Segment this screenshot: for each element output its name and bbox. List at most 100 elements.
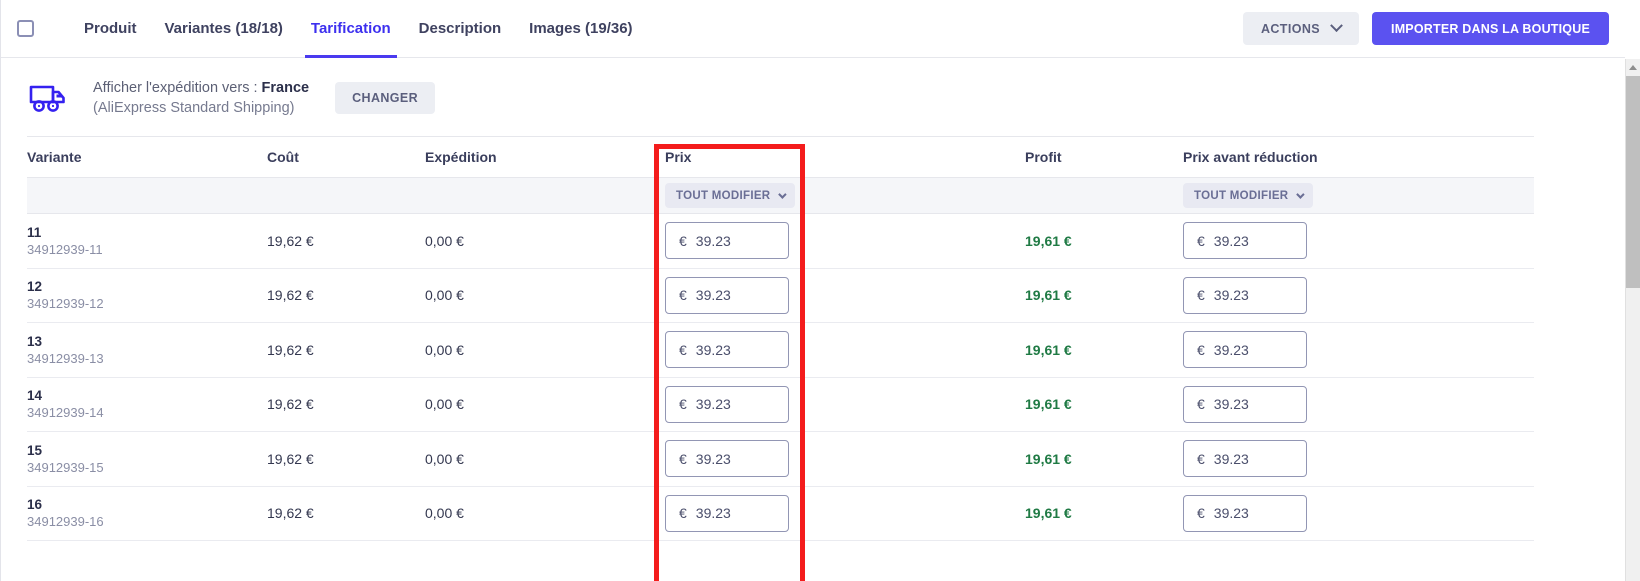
cost-cell: 19,62 €	[267, 486, 425, 541]
compare-price-input[interactable]: € 39.23	[1183, 331, 1307, 369]
compare-price-input[interactable]: € 39.23	[1183, 385, 1307, 423]
bulk-edit-price-button[interactable]: TOUT MODIFIER	[665, 183, 796, 208]
shipping-banner: Afficher l'expédition vers : France (Ali…	[1, 59, 1625, 136]
profit-value: 19,61 €	[1025, 396, 1072, 413]
price-value: 39.23	[695, 287, 731, 304]
profit-value: 19,61 €	[1025, 341, 1072, 358]
shipping-cell: 0,00 €	[425, 268, 665, 323]
compare-price-cell: € 39.23	[1183, 213, 1534, 269]
price-value: 39.23	[695, 450, 731, 467]
actions-button[interactable]: ACTIONS	[1242, 12, 1360, 45]
cost-cell: 19,62 €	[267, 322, 425, 378]
price-input[interactable]: € 39.23	[665, 494, 789, 532]
tab-tarification[interactable]: Tarification	[297, 0, 405, 58]
price-cell: € 39.23	[665, 486, 1025, 541]
price-cell: € 39.23	[665, 268, 1025, 323]
price-input[interactable]: € 39.23	[665, 385, 789, 423]
tab-variantes[interactable]: Variantes (18/18)	[151, 0, 297, 58]
compare-price-value: 39.23	[1213, 232, 1249, 249]
compare-price-input[interactable]: € 39.23	[1183, 222, 1307, 260]
header-cout: Coût	[267, 136, 425, 178]
currency-symbol: €	[679, 450, 687, 467]
tab-produit[interactable]: Produit	[70, 0, 151, 58]
select-all-checkbox[interactable]	[17, 20, 34, 37]
bulk-edit-row: TOUT MODIFIER TOUT MODIFIER	[27, 177, 1534, 214]
tab-list: Produit Variantes (18/18) Tarification D…	[70, 0, 647, 58]
bulk-edit-compare-price-button[interactable]: TOUT MODIFIER	[1183, 183, 1314, 208]
bulk-edit-price-label: TOUT MODIFIER	[676, 189, 771, 202]
profit-value: 19,61 €	[1025, 287, 1072, 304]
header-prix-avant-reduction: Prix avant réduction	[1183, 136, 1534, 178]
currency-symbol: €	[679, 396, 687, 413]
variant-name: 12	[27, 279, 43, 295]
scrollbar-thumb[interactable]	[1626, 76, 1640, 288]
bulk-edit-profit-cell	[1025, 177, 1183, 214]
vertical-scrollbar[interactable]	[1625, 59, 1640, 581]
tab-description[interactable]: Description	[405, 0, 516, 58]
variant-cell: 13 34912939-13	[27, 322, 267, 378]
compare-price-input[interactable]: € 39.23	[1183, 440, 1307, 478]
shipping-country: France	[261, 79, 310, 96]
price-cell: € 39.23	[665, 377, 1025, 432]
currency-symbol: €	[1197, 341, 1205, 358]
variant-cell: 12 34912939-12	[27, 268, 267, 323]
profit-cell: 19,61 €	[1025, 213, 1183, 269]
compare-price-input[interactable]: € 39.23	[1183, 494, 1307, 532]
compare-price-input[interactable]: € 39.23	[1183, 276, 1307, 314]
shipping-label-prefix: Afficher l'expédition vers :	[93, 79, 258, 96]
price-cell: € 39.23	[665, 322, 1025, 378]
top-tab-bar: Produit Variantes (18/18) Tarification D…	[1, 0, 1625, 58]
variant-sku: 34912939-15	[27, 459, 104, 475]
price-input[interactable]: € 39.23	[665, 222, 789, 260]
variant-sku: 34912939-16	[27, 514, 104, 530]
compare-price-value: 39.23	[1213, 341, 1249, 358]
tab-images-label: Images (19/36)	[529, 20, 633, 37]
cost-cell: 19,62 €	[267, 431, 425, 487]
tab-produit-label: Produit	[84, 20, 137, 37]
compare-price-value: 39.23	[1213, 396, 1249, 413]
shipping-carrier: (AliExpress Standard Shipping)	[93, 99, 295, 116]
cost-cell: 19,62 €	[267, 377, 425, 432]
variant-cell: 11 34912939-11	[27, 213, 267, 269]
compare-price-value: 39.23	[1213, 505, 1249, 522]
pricing-table-body: 11 34912939-11 19,62 € 0,00 € € 39.23 19…	[27, 213, 1534, 541]
currency-symbol: €	[679, 287, 687, 304]
price-input[interactable]: € 39.23	[665, 331, 789, 369]
pricing-page: Produit Variantes (18/18) Tarification D…	[0, 0, 1640, 581]
variant-sku: 34912939-11	[27, 241, 103, 257]
currency-symbol: €	[679, 341, 687, 358]
table-row: 14 34912939-14 19,62 € 0,00 € € 39.23 19…	[27, 377, 1534, 432]
table-row: 13 34912939-13 19,62 € 0,00 € € 39.23 19…	[27, 322, 1534, 378]
change-shipping-button[interactable]: CHANGER	[335, 81, 436, 114]
compare-price-cell: € 39.23	[1183, 268, 1534, 323]
price-cell: € 39.23	[665, 431, 1025, 487]
import-to-store-button[interactable]: IMPORTER DANS LA BOUTIQUE	[1372, 12, 1609, 45]
variant-cell: 15 34912939-15	[27, 431, 267, 487]
bulk-edit-price-cell: TOUT MODIFIER	[665, 177, 1025, 214]
shipping-cell: 0,00 €	[425, 486, 665, 541]
variant-sku: 34912939-12	[27, 296, 104, 312]
variant-cell: 16 34912939-16	[27, 486, 267, 541]
tab-images[interactable]: Images (19/36)	[515, 0, 646, 58]
chevron-down-icon	[1296, 189, 1306, 199]
shipping-cell: 0,00 €	[425, 431, 665, 487]
profit-value: 19,61 €	[1025, 505, 1072, 522]
shipping-cell: 0,00 €	[425, 377, 665, 432]
pricing-table-head: Variante Coût Expédition Prix Profit Pri…	[27, 136, 1534, 214]
variant-sku: 34912939-13	[27, 350, 104, 366]
currency-symbol: €	[1197, 450, 1205, 467]
price-input[interactable]: € 39.23	[665, 440, 789, 478]
price-input[interactable]: € 39.23	[665, 276, 789, 314]
shipping-destination-text: Afficher l'expédition vers : France (Ali…	[93, 78, 309, 118]
tab-tarification-label: Tarification	[310, 20, 391, 37]
actions-button-label: ACTIONS	[1260, 21, 1321, 36]
bulk-edit-variant-cell	[27, 177, 267, 214]
compare-price-value: 39.23	[1213, 287, 1249, 304]
change-shipping-label: CHANGER	[352, 90, 419, 105]
variant-sku: 34912939-14	[27, 405, 104, 421]
variant-name: 13	[27, 333, 43, 349]
tab-variantes-label: Variantes (18/18)	[164, 20, 283, 37]
import-button-label: IMPORTER DANS LA BOUTIQUE	[1391, 21, 1590, 36]
tab-bar-actions: ACTIONS IMPORTER DANS LA BOUTIQUE	[1242, 12, 1609, 45]
scroll-up-arrow-icon[interactable]	[1626, 59, 1640, 76]
